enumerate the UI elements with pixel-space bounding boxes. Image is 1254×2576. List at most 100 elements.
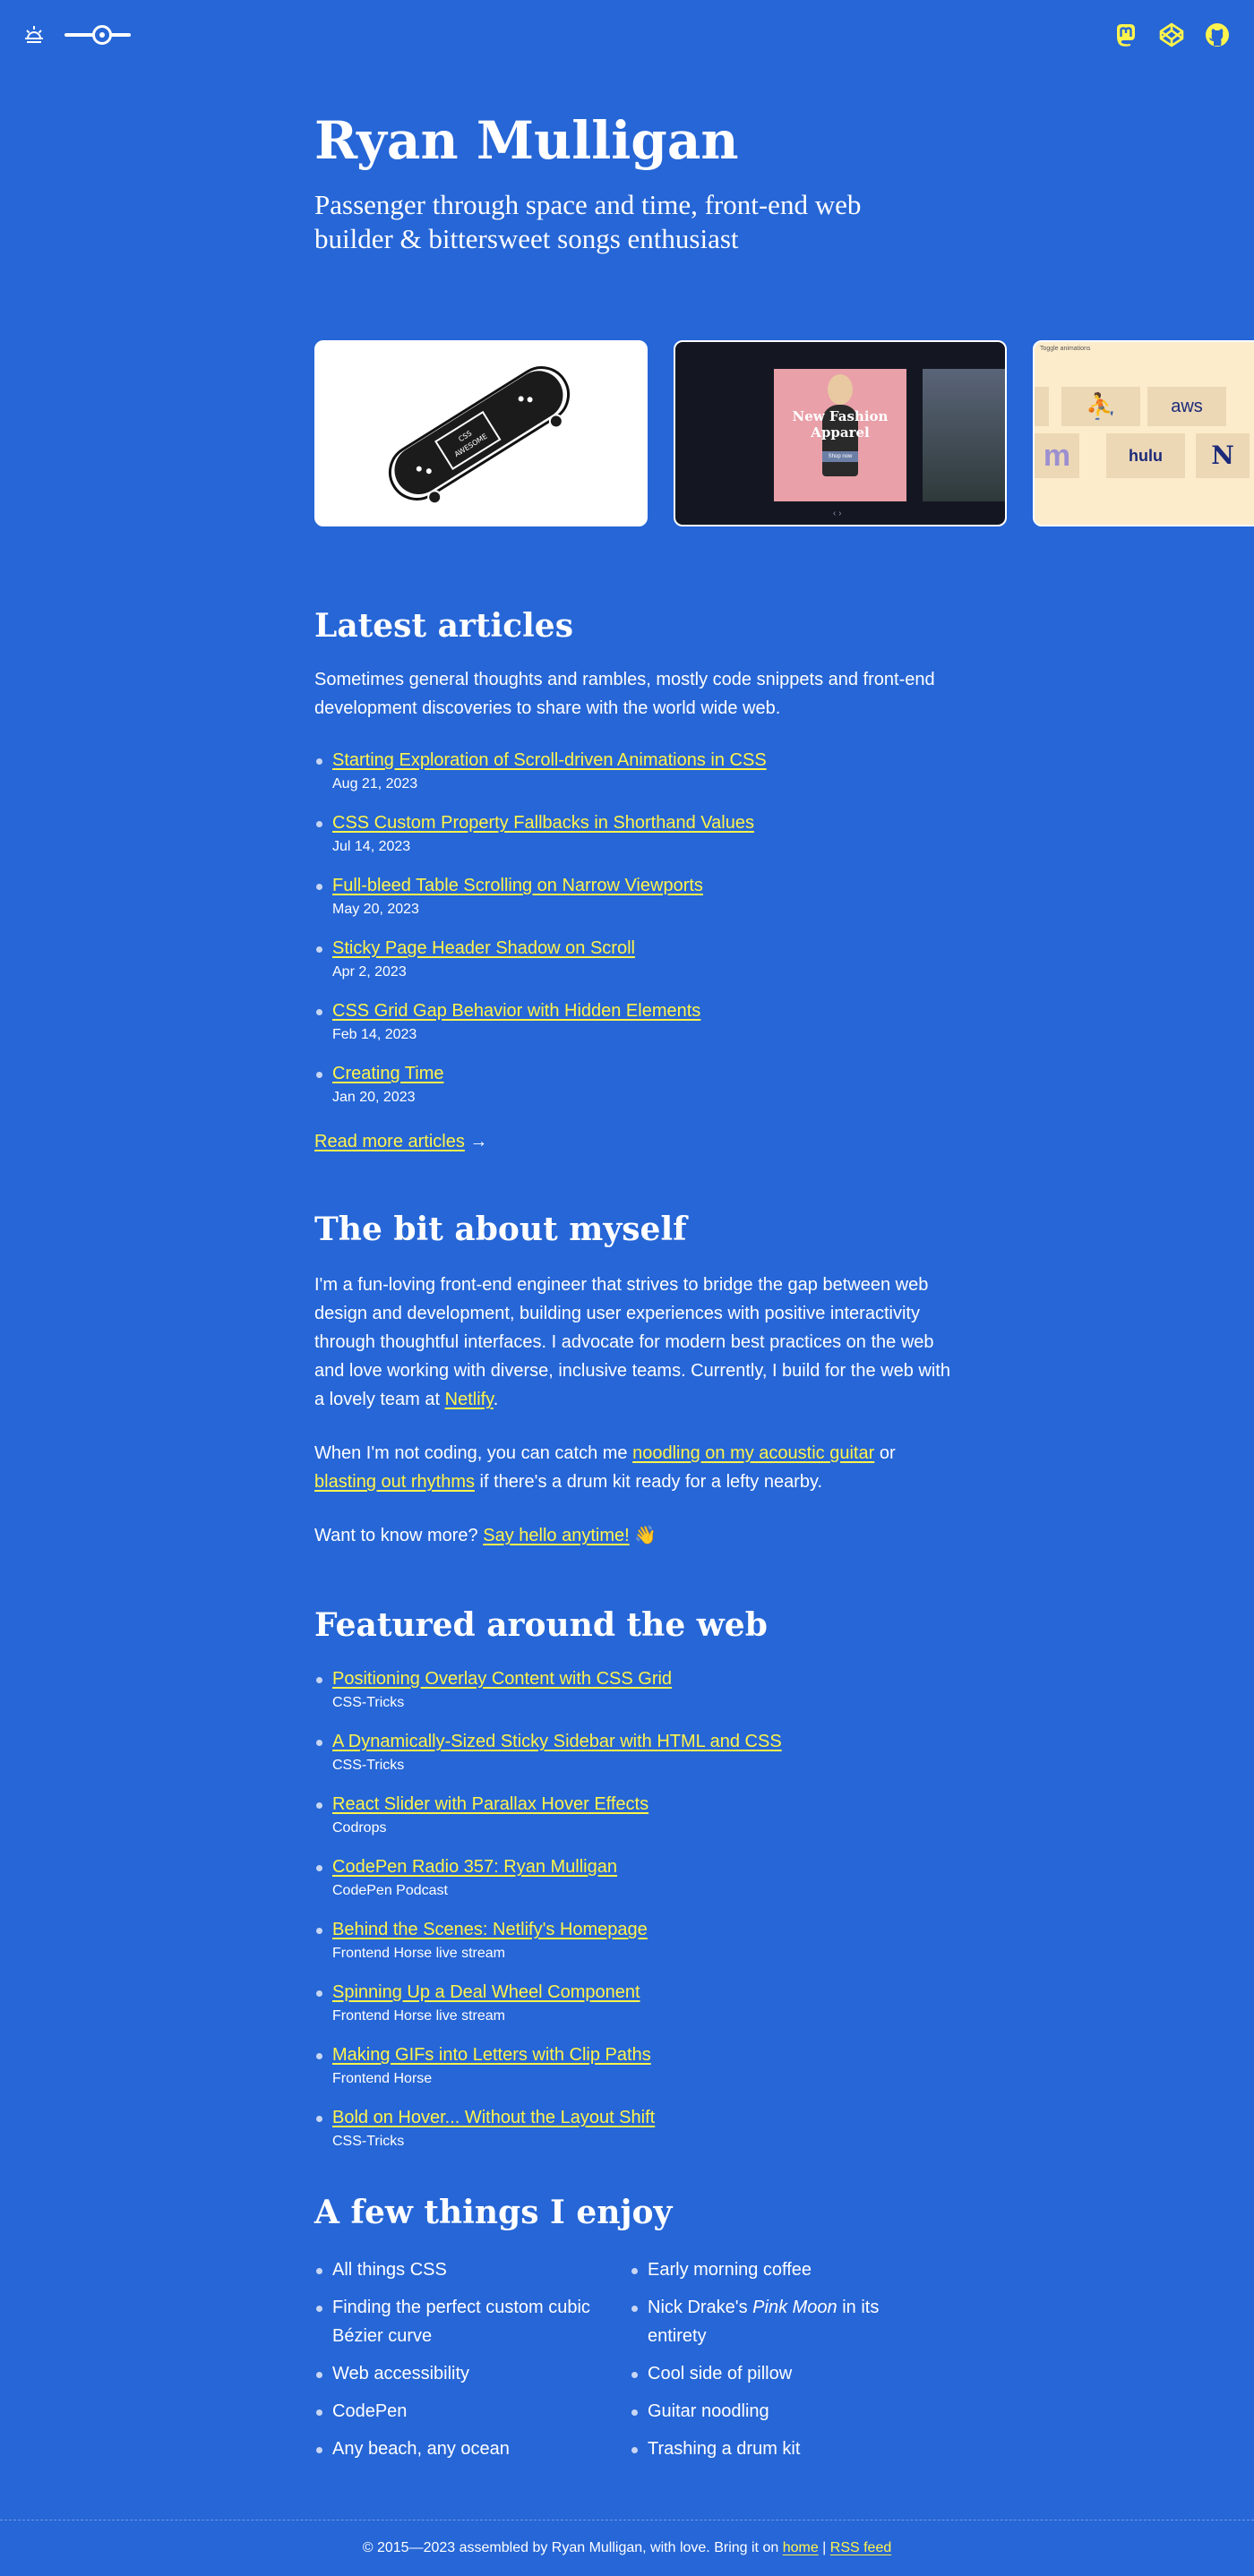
enjoy-item: Trashing a drum kit: [630, 2435, 934, 2463]
featured-item: Behind the Scenes: Netlify's Homepage Fro…: [314, 1917, 941, 1964]
featured-link[interactable]: Making GIFs into Letters with Clip Paths: [332, 2042, 651, 2067]
article-link[interactable]: CSS Grid Gap Behavior with Hidden Elemen…: [332, 998, 700, 1023]
about-paragraph-2: When I'm not coding, you can catch me no…: [314, 1439, 950, 1496]
featured-section: Featured around the web Positioning Over…: [314, 1606, 941, 2168]
tagline: Passenger through space and time, front-…: [314, 188, 862, 254]
home-link[interactable]: home: [783, 2540, 819, 2555]
about-text: When I'm not coding, you can catch me: [314, 1443, 633, 1464]
site-title: Ryan Mulligan: [314, 110, 739, 171]
enjoy-item: CodePen: [314, 2397, 630, 2426]
logo-tile-mcdonalds: m: [1035, 433, 1079, 478]
logos-header: Toggle animations: [1040, 346, 1091, 352]
skateboard-card[interactable]: CSS AWESOME: [314, 340, 648, 526]
netlify-link[interactable]: Netlify: [445, 1390, 494, 1409]
featured-link[interactable]: A Dynamically-Sized Sticky Sidebar with …: [332, 1729, 782, 1754]
article-link[interactable]: Creating Time: [332, 1061, 444, 1086]
about-text: or: [874, 1443, 896, 1464]
drums-link[interactable]: blasting out rhythms: [314, 1472, 475, 1492]
featured-item: Bold on Hover... Without the Layout Shif…: [314, 2105, 941, 2152]
about-paragraph-1: I'm a fun-loving front-end engineer that…: [314, 1271, 950, 1414]
say-hello-link[interactable]: Say hello anytime!: [483, 1526, 629, 1545]
featured-source: CodePen Podcast: [332, 1883, 448, 1899]
featured-link[interactable]: Spinning Up a Deal Wheel Component: [332, 1980, 640, 2005]
featured-link[interactable]: Behind the Scenes: Netlify's Homepage: [332, 1917, 648, 1942]
logo-tile: [1035, 387, 1049, 426]
article-item: Sticky Page Header Shadow on Scroll Apr 2…: [314, 936, 941, 982]
articles-intro: Sometimes general thoughts and rambles, …: [314, 670, 935, 719]
github-icon[interactable]: [1204, 21, 1231, 48]
article-date: Apr 2, 2023: [332, 964, 407, 980]
article-link[interactable]: CSS Custom Property Fallbacks in Shortha…: [332, 810, 754, 835]
about-section: The bit about myself I'm a fun-loving fr…: [314, 1211, 950, 1550]
logo-tile-aws: aws: [1147, 387, 1226, 426]
article-list: Starting Exploration of Scroll-driven An…: [314, 748, 941, 1108]
featured-link[interactable]: React Slider with Parallax Hover Effects: [332, 1792, 648, 1817]
articles-section: Latest articles Sometimes general though…: [314, 607, 941, 1156]
articles-heading: Latest articles: [314, 607, 573, 645]
slider-thumb[interactable]: [92, 25, 113, 45]
featured-link[interactable]: Positioning Overlay Content with CSS Gri…: [332, 1666, 672, 1691]
logo-tile-jordan: ⛹: [1061, 387, 1140, 426]
featured-item: Spinning Up a Deal Wheel Component Fronte…: [314, 1980, 941, 2026]
sun-icon[interactable]: [23, 23, 45, 45]
footer-text: © 2015—2023 assembled by Ryan Mulligan, …: [362, 2540, 783, 2555]
skateboard-illustration: CSS AWESOME: [388, 366, 571, 505]
featured-item: A Dynamically-Sized Sticky Sidebar with …: [314, 1729, 941, 1776]
next-slide-image: [923, 369, 1005, 501]
mastodon-icon[interactable]: [1112, 21, 1139, 48]
slider-arrows[interactable]: ‹ ›: [833, 509, 841, 518]
hero: Ryan Mulligan Passenger through space an…: [314, 110, 941, 256]
album-title: Pink Moon: [752, 2298, 837, 2318]
read-more-link[interactable]: Read more articles: [314, 1132, 465, 1151]
logo-tile-notion: N: [1196, 433, 1250, 478]
featured-item: Positioning Overlay Content with CSS Gri…: [314, 1666, 941, 1713]
about-text: if there's a drum kit ready for a lefty …: [474, 1472, 823, 1493]
article-item: CSS Custom Property Fallbacks in Shortha…: [314, 810, 941, 857]
enjoy-text: Nick Drake's: [648, 2298, 753, 2318]
fashion-title: New Fashion Apparel: [792, 408, 889, 441]
about-text-end: .: [493, 1390, 499, 1410]
shop-now-button[interactable]: Shop now: [822, 451, 858, 462]
article-link[interactable]: Starting Exploration of Scroll-driven An…: [332, 748, 767, 773]
theme-slider[interactable]: [64, 25, 131, 45]
read-more-line: Read more articles →: [314, 1127, 941, 1156]
enjoy-item-nick-drake: Nick Drake's Pink Moon in its entirety: [630, 2293, 934, 2350]
article-date: Aug 21, 2023: [332, 776, 418, 792]
enjoy-list-right: Early morning coffee Nick Drake's Pink M…: [630, 2255, 934, 2472]
about-heading: The bit about myself: [314, 1211, 687, 1248]
featured-source: Frontend Horse live stream: [332, 1946, 505, 1962]
model-head: [828, 374, 853, 405]
top-bar: [0, 0, 1254, 72]
featured-source: CSS-Tricks: [332, 1695, 405, 1711]
guitar-link[interactable]: noodling on my acoustic guitar: [632, 1443, 874, 1463]
about-text: I'm a fun-loving front-end engineer that…: [314, 1275, 950, 1410]
enjoy-item: Finding the perfect custom cubic Bézier …: [314, 2293, 630, 2350]
enjoy-heading: A few things I enjoy: [314, 2194, 673, 2231]
codepen-icon[interactable]: [1158, 21, 1185, 48]
article-date: May 20, 2023: [332, 902, 419, 918]
featured-item: React Slider with Parallax Hover Effects…: [314, 1792, 941, 1838]
demo-cards: CSS AWESOME New Fashion Apparel Shop now…: [314, 340, 1254, 530]
featured-source: Frontend Horse live stream: [332, 2008, 505, 2024]
featured-heading: Featured around the web: [314, 1606, 768, 1644]
article-link[interactable]: Sticky Page Header Shadow on Scroll: [332, 936, 635, 961]
article-item: Full-bleed Table Scrolling on Narrow Vie…: [314, 873, 941, 920]
article-link[interactable]: Full-bleed Table Scrolling on Narrow Vie…: [332, 873, 703, 898]
footer-separator: |: [818, 2540, 830, 2555]
featured-source: CSS-Tricks: [332, 1758, 405, 1774]
fashion-slide-image: New Fashion Apparel Shop now: [774, 369, 906, 501]
featured-link[interactable]: CodePen Radio 357: Ryan Mulligan: [332, 1854, 617, 1879]
featured-link[interactable]: Bold on Hover... Without the Layout Shif…: [332, 2105, 655, 2130]
enjoy-item: Any beach, any ocean: [314, 2435, 630, 2463]
logos-card[interactable]: Toggle animations ⛹ aws m hulu N: [1033, 340, 1254, 526]
fashion-slider-card[interactable]: New Fashion Apparel Shop now ‹ ›: [674, 340, 1007, 526]
about-paragraph-3: Want to know more? Say hello anytime! 👋: [314, 1521, 941, 1550]
enjoy-section: A few things I enjoy All things CSS Find…: [314, 2194, 941, 2472]
featured-source: CSS-Tricks: [332, 2134, 405, 2150]
enjoy-item: Web accessibility: [314, 2359, 630, 2388]
article-item: Starting Exploration of Scroll-driven An…: [314, 748, 941, 794]
article-item: CSS Grid Gap Behavior with Hidden Elemen…: [314, 998, 941, 1045]
featured-source: Codrops: [332, 1820, 387, 1836]
featured-list: Positioning Overlay Content with CSS Gri…: [314, 1666, 941, 2152]
rss-feed-link[interactable]: RSS feed: [830, 2540, 891, 2555]
